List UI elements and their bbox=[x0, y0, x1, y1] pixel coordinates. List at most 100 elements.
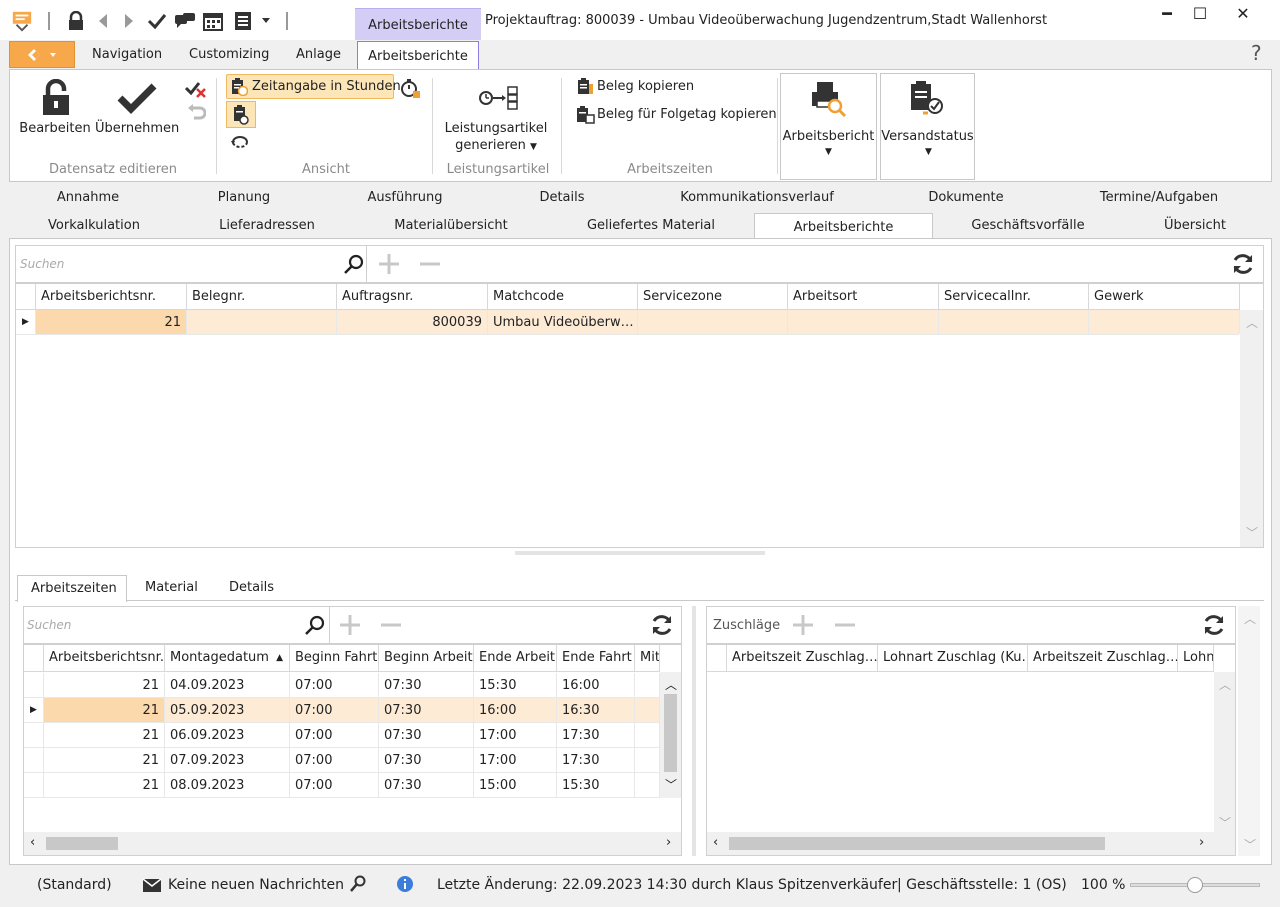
table-cell[interactable]: 07:30 bbox=[379, 773, 474, 797]
splitter-handle[interactable] bbox=[515, 551, 765, 555]
surcharge-horizontal-scrollbar[interactable]: ‹ › bbox=[707, 832, 1235, 855]
table-cell[interactable]: 07:30 bbox=[379, 723, 474, 747]
column-header[interactable]: Arbeitszeit Zuschlag… bbox=[1028, 645, 1178, 671]
tab-details[interactable]: Details bbox=[527, 190, 597, 205]
tab-details-bottom[interactable]: Details bbox=[229, 580, 274, 595]
maximize-button[interactable]: ☐ bbox=[1185, 5, 1215, 23]
generate-articles-button[interactable]: generieren ▼ bbox=[441, 138, 551, 153]
table-row[interactable]: 21 04.09.2023 07:00 07:30 15:30 16:00 bbox=[24, 673, 660, 698]
table-cell[interactable]: 07:00 bbox=[290, 723, 379, 747]
ribbon-tab-arbeitsberichte[interactable]: Arbeitsberichte bbox=[357, 41, 479, 70]
table-cell[interactable] bbox=[635, 698, 660, 722]
column-header[interactable]: Auftragsnr. bbox=[337, 284, 488, 309]
help-button[interactable]: ? bbox=[1251, 41, 1262, 65]
column-header[interactable]: Arbeitszeit Zuschlag… bbox=[727, 645, 878, 671]
edit-button[interactable]: Bearbeiten bbox=[18, 121, 92, 136]
tab-material[interactable]: Material bbox=[145, 580, 198, 595]
tab-materialuebersicht[interactable]: Materialübersicht bbox=[382, 218, 520, 233]
layout-status[interactable]: (Standard) bbox=[37, 877, 112, 893]
scroll-up-icon[interactable]: ︿ bbox=[1246, 314, 1258, 331]
ribbon-tab-customizing[interactable]: Customizing bbox=[189, 47, 269, 62]
table-cell[interactable]: 15:30 bbox=[474, 673, 557, 697]
outer-vertical-scrollbar[interactable]: ︿ ﹀ bbox=[1238, 606, 1260, 856]
tab-annahme[interactable]: Annahme bbox=[48, 190, 128, 205]
undo-icon[interactable] bbox=[185, 104, 207, 124]
generate-articles-button-line1[interactable]: Leistungsartikel bbox=[441, 121, 551, 136]
wrench-icon[interactable] bbox=[348, 874, 368, 894]
table-cell[interactable]: 16:00 bbox=[557, 673, 635, 697]
remove-icon[interactable] bbox=[378, 613, 404, 637]
column-header[interactable]: Arbeitsberichtsnr. bbox=[36, 284, 187, 309]
scroll-down-icon[interactable]: ﹀ bbox=[1219, 814, 1231, 831]
surcharge-vertical-scrollbar[interactable]: ︿ ﹀ bbox=[1214, 672, 1235, 832]
search-icon[interactable] bbox=[303, 613, 327, 637]
calendar-icon[interactable] bbox=[202, 10, 224, 32]
times-horizontal-scrollbar[interactable]: ‹ › bbox=[24, 832, 681, 855]
times-vertical-scrollbar[interactable]: ︿ ﹀ bbox=[660, 672, 681, 798]
table-cell[interactable] bbox=[187, 310, 337, 334]
table-cell[interactable]: 17:00 bbox=[474, 748, 557, 772]
table-cell[interactable] bbox=[638, 310, 788, 334]
tab-kommunikationsverlauf[interactable]: Kommunikationsverlauf bbox=[672, 190, 842, 205]
vertical-splitter[interactable] bbox=[692, 606, 696, 856]
add-icon[interactable] bbox=[337, 613, 363, 637]
table-row[interactable]: 21 06.09.2023 07:00 07:30 17:00 17:30 bbox=[24, 723, 660, 748]
scroll-up-icon[interactable]: ︿ bbox=[665, 676, 677, 693]
ribbon-tab-navigation[interactable]: Navigation bbox=[92, 47, 162, 62]
column-header[interactable]: Arbeitsort bbox=[788, 284, 939, 309]
table-cell[interactable] bbox=[635, 723, 660, 747]
table-cell[interactable]: 04.09.2023 bbox=[165, 673, 290, 697]
scroll-thumb[interactable] bbox=[664, 694, 677, 772]
tab-arbeitszeiten[interactable]: Arbeitszeiten bbox=[31, 581, 117, 596]
clipboard-timer-icon[interactable] bbox=[226, 101, 256, 128]
column-header[interactable]: Arbeitsberichtsnr. bbox=[44, 645, 165, 671]
table-cell[interactable]: 07:30 bbox=[379, 673, 474, 697]
forward-arrow-icon[interactable] bbox=[118, 10, 140, 32]
tab-arbeitsberichte[interactable]: Arbeitsberichte bbox=[754, 213, 933, 239]
table-row[interactable]: 21 07.09.2023 07:00 07:30 17:00 17:30 bbox=[24, 748, 660, 773]
search-icon[interactable] bbox=[342, 252, 366, 276]
table-cell[interactable]: 07:00 bbox=[290, 748, 379, 772]
column-header[interactable]: Ende Arbeit bbox=[474, 645, 557, 671]
remove-icon[interactable] bbox=[832, 613, 858, 637]
column-header[interactable]: Mit bbox=[635, 645, 660, 671]
column-header[interactable]: Beginn Arbeit bbox=[379, 645, 474, 671]
table-cell[interactable]: 17:30 bbox=[557, 723, 635, 747]
refresh-icon[interactable] bbox=[1201, 612, 1227, 638]
table-cell[interactable] bbox=[788, 310, 939, 334]
comments-icon[interactable] bbox=[174, 10, 196, 32]
table-cell[interactable] bbox=[635, 773, 660, 797]
top-grid-vertical-scrollbar[interactable]: ︿ ﹀ bbox=[1240, 310, 1263, 547]
scroll-up-icon[interactable]: ︿ bbox=[1219, 676, 1231, 693]
add-icon[interactable] bbox=[790, 613, 816, 637]
table-cell[interactable]: 16:30 bbox=[557, 698, 635, 722]
table-cell[interactable]: 07.09.2023 bbox=[165, 748, 290, 772]
table-cell[interactable]: 17:30 bbox=[557, 748, 635, 772]
column-header[interactable]: Matchcode bbox=[488, 284, 638, 309]
apply-button[interactable]: Übernehmen bbox=[95, 121, 179, 136]
refresh-icon[interactable] bbox=[1230, 251, 1256, 277]
tab-geliefertes-material[interactable]: Geliefertes Material bbox=[578, 218, 724, 233]
column-header[interactable]: Montagedatum ▲ bbox=[165, 645, 290, 671]
table-row[interactable]: ▶ 21 800039 Umbau Videoüberw… bbox=[16, 310, 1240, 335]
table-cell[interactable]: 05.09.2023 bbox=[165, 698, 290, 722]
tab-lieferadressen[interactable]: Lieferadressen bbox=[208, 218, 326, 233]
table-cell[interactable]: 17:00 bbox=[474, 723, 557, 747]
column-header[interactable]: Beginn Fahrt bbox=[290, 645, 379, 671]
table-cell[interactable]: 07:30 bbox=[379, 698, 474, 722]
minimize-button[interactable]: ━ bbox=[1152, 5, 1182, 23]
tab-geschaeftsvorfaelle[interactable]: Geschäftsvorfälle bbox=[960, 218, 1096, 233]
column-header[interactable]: Servicecallnr. bbox=[939, 284, 1089, 309]
table-cell[interactable] bbox=[635, 673, 660, 697]
tab-vorkalkulation[interactable]: Vorkalkulation bbox=[38, 218, 150, 233]
customize-dropdown-icon[interactable] bbox=[258, 10, 274, 32]
table-cell[interactable]: 21 bbox=[44, 773, 165, 797]
app-logo-icon[interactable] bbox=[11, 10, 33, 32]
stopwatch-icon[interactable] bbox=[398, 77, 422, 99]
scroll-down-icon[interactable]: ﹀ bbox=[1244, 836, 1256, 853]
messages-status[interactable]: Keine neuen Nachrichten bbox=[168, 877, 344, 893]
copy-document-button[interactable]: Beleg kopieren bbox=[597, 79, 694, 94]
copy-next-day-button[interactable]: Beleg für Folgetag kopieren bbox=[597, 107, 777, 122]
scroll-right-icon[interactable]: › bbox=[1199, 835, 1204, 850]
link-refresh-icon[interactable] bbox=[228, 132, 252, 152]
